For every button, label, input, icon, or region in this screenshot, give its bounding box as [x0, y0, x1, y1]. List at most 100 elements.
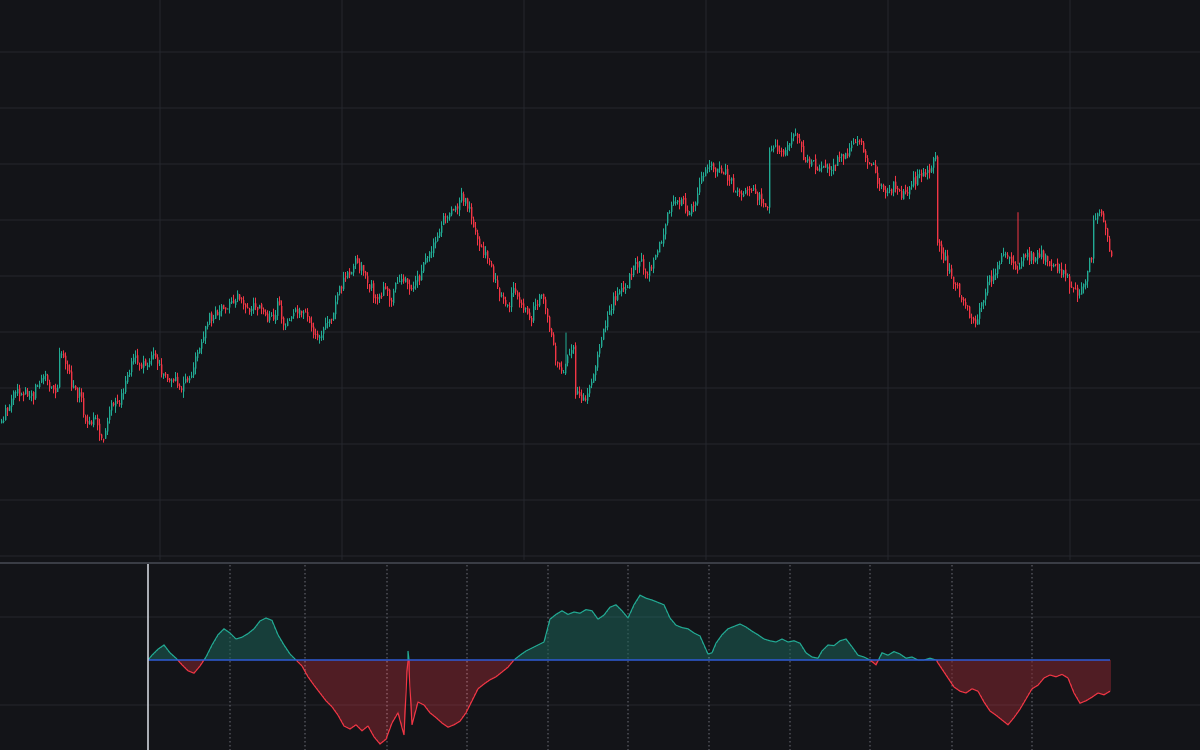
candle: [11, 394, 13, 413]
candle-body: [277, 301, 279, 316]
candle-body: [241, 298, 243, 300]
candle: [77, 387, 79, 403]
candle: [433, 238, 435, 258]
candle-body: [557, 361, 559, 364]
candle-body: [357, 257, 359, 263]
candle-body: [919, 174, 921, 176]
candle: [109, 406, 111, 424]
candle: [469, 201, 471, 213]
candle: [129, 369, 131, 378]
candle: [465, 197, 467, 206]
candle: [247, 302, 249, 309]
candle: [679, 197, 681, 210]
candle: [627, 285, 629, 289]
candle-body: [757, 192, 759, 201]
candle-body: [1, 420, 3, 424]
candle-body: [111, 403, 113, 411]
candle-body: [939, 241, 941, 246]
candle-body: [1003, 254, 1005, 256]
candle-body: [677, 200, 679, 203]
candle-body: [43, 376, 45, 380]
candle: [7, 407, 9, 417]
candle-body: [795, 134, 797, 136]
candle-body: [809, 158, 811, 165]
candle: [259, 304, 261, 309]
candle: [447, 215, 449, 223]
candle-body: [331, 318, 333, 320]
candle: [505, 296, 507, 307]
candle-body: [959, 283, 961, 296]
candle-body: [199, 348, 201, 353]
candle-body: [135, 355, 137, 358]
candle: [1103, 211, 1105, 223]
candle: [757, 191, 759, 206]
candle-body: [645, 271, 647, 274]
candle: [387, 286, 389, 296]
candle-body: [555, 345, 557, 361]
candle: [139, 362, 141, 371]
candle-body: [181, 388, 183, 391]
candle: [383, 281, 385, 297]
candle: [391, 297, 393, 307]
candle: [219, 305, 221, 321]
candle-body: [439, 231, 441, 237]
candle: [517, 290, 519, 300]
candle-body: [157, 357, 159, 364]
candle-body: [855, 142, 857, 144]
candle-body: [553, 334, 555, 345]
candle: [979, 303, 981, 325]
candle: [1079, 289, 1081, 299]
candle: [597, 351, 599, 371]
candle-body: [903, 191, 905, 200]
candle: [243, 296, 245, 310]
candle: [591, 378, 593, 389]
candle: [1033, 251, 1035, 265]
candle: [5, 404, 7, 421]
candle: [113, 401, 115, 407]
candle-body: [387, 288, 389, 292]
candle-body: [995, 273, 997, 276]
candle: [723, 171, 725, 175]
candle: [1005, 251, 1007, 258]
candle-body: [257, 306, 259, 311]
candle: [351, 271, 353, 275]
candle-body: [729, 179, 731, 181]
candle-body: [261, 304, 263, 309]
candle-body: [929, 168, 931, 173]
candle-body: [7, 407, 9, 411]
candle-body: [317, 333, 319, 338]
candle: [765, 203, 767, 208]
candle-body: [961, 296, 963, 300]
candle: [29, 390, 31, 400]
candle-body: [851, 145, 853, 149]
candle: [211, 311, 213, 327]
candle-body: [981, 302, 983, 307]
candle: [973, 316, 975, 324]
candle-body: [153, 353, 155, 356]
candle-body: [27, 390, 29, 397]
candle-body: [617, 293, 619, 300]
candle: [53, 384, 55, 394]
candle-body: [805, 160, 807, 163]
candle-body: [1097, 213, 1099, 220]
candle-body: [641, 259, 643, 262]
candle-body: [807, 158, 809, 162]
candle: [133, 353, 135, 365]
candle: [251, 306, 253, 316]
candle-body: [207, 324, 209, 327]
candle-body: [669, 211, 671, 213]
candle: [189, 375, 191, 384]
candle-body: [671, 204, 673, 212]
candle-body: [251, 308, 253, 311]
candle: [87, 414, 89, 428]
candle-body: [769, 150, 771, 208]
candle-body: [299, 309, 301, 316]
candle-body: [185, 378, 187, 383]
candle-body: [921, 172, 923, 177]
candle: [287, 318, 289, 327]
candle-body: [777, 145, 779, 152]
candle: [915, 171, 917, 190]
candle-body: [731, 178, 733, 181]
candle-body: [675, 202, 677, 204]
candle-body: [361, 265, 363, 271]
